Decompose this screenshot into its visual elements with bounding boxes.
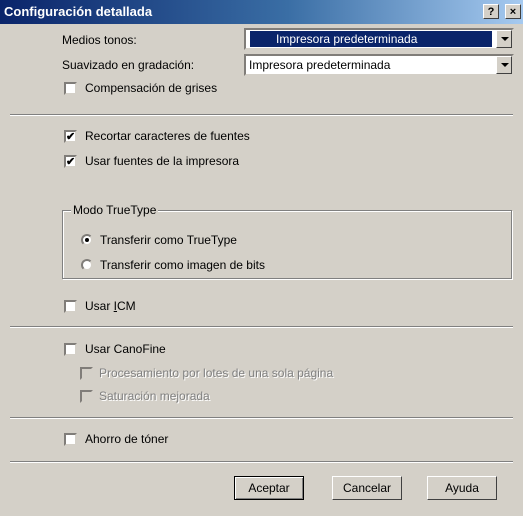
use-icm-label[interactable]: Usar ICM [85, 299, 136, 313]
gray-compensation-label[interactable]: Compensación de grises [85, 81, 217, 95]
radio-transfer-truetype[interactable] [81, 234, 93, 246]
clip-font-chars-label[interactable]: Recortar caracteres de fuentes [85, 129, 250, 143]
separator [10, 417, 513, 419]
gradation-label: Suavizado en gradación: [62, 58, 195, 72]
use-icm-checkbox[interactable] [64, 300, 77, 313]
toner-saving-label[interactable]: Ahorro de tóner [85, 432, 168, 446]
radio-transfer-bitmap[interactable] [81, 259, 93, 271]
dialog-body: Medios tonos: Impresora predeterminada S… [0, 24, 523, 516]
radio-transfer-bitmap-label[interactable]: Transferir como imagen de bits [100, 258, 265, 272]
gray-compensation-checkbox[interactable] [64, 82, 77, 95]
gradation-select[interactable]: Impresora predeterminada [244, 54, 514, 76]
separator [10, 461, 513, 463]
title-bar: Configuración detallada ? × [0, 0, 523, 24]
batch-processing-checkbox [80, 367, 93, 380]
halftone-label: Medios tonos: [62, 33, 137, 47]
gradation-value: Impresora predeterminada [249, 58, 391, 72]
batch-processing-label: Procesamiento por lotes de una sola pági… [99, 366, 334, 380]
close-button[interactable]: × [505, 4, 521, 19]
use-printer-fonts-label[interactable]: Usar fuentes de la impresora [85, 154, 239, 168]
halftone-select[interactable]: Impresora predeterminada [244, 28, 514, 50]
help-button[interactable]: ? [483, 4, 499, 19]
clip-font-chars-checkbox[interactable]: ✔ [64, 130, 77, 143]
radio-transfer-truetype-label[interactable]: Transferir como TrueType [100, 233, 237, 247]
window-title: Configuración detallada [4, 4, 153, 19]
gradation-dropdown-arrow-icon[interactable] [496, 56, 512, 74]
ok-button[interactable]: Aceptar [234, 476, 304, 500]
cancel-button[interactable]: Cancelar [332, 476, 402, 500]
enhanced-saturation-label: Saturación mejorada [99, 389, 210, 403]
truetype-mode-group-title: Modo TrueType [71, 203, 159, 217]
use-canofine-label[interactable]: Usar CanoFine [85, 342, 166, 356]
separator [10, 114, 513, 116]
use-printer-fonts-checkbox[interactable]: ✔ [64, 155, 77, 168]
help-dialog-button[interactable]: Ayuda [427, 476, 497, 500]
halftone-dropdown-arrow-icon[interactable] [496, 30, 512, 48]
halftone-value: Impresora predeterminada [250, 31, 492, 47]
toner-saving-checkbox[interactable] [64, 433, 77, 446]
separator [10, 326, 513, 328]
use-canofine-checkbox[interactable] [64, 343, 77, 356]
enhanced-saturation-checkbox [80, 390, 93, 403]
